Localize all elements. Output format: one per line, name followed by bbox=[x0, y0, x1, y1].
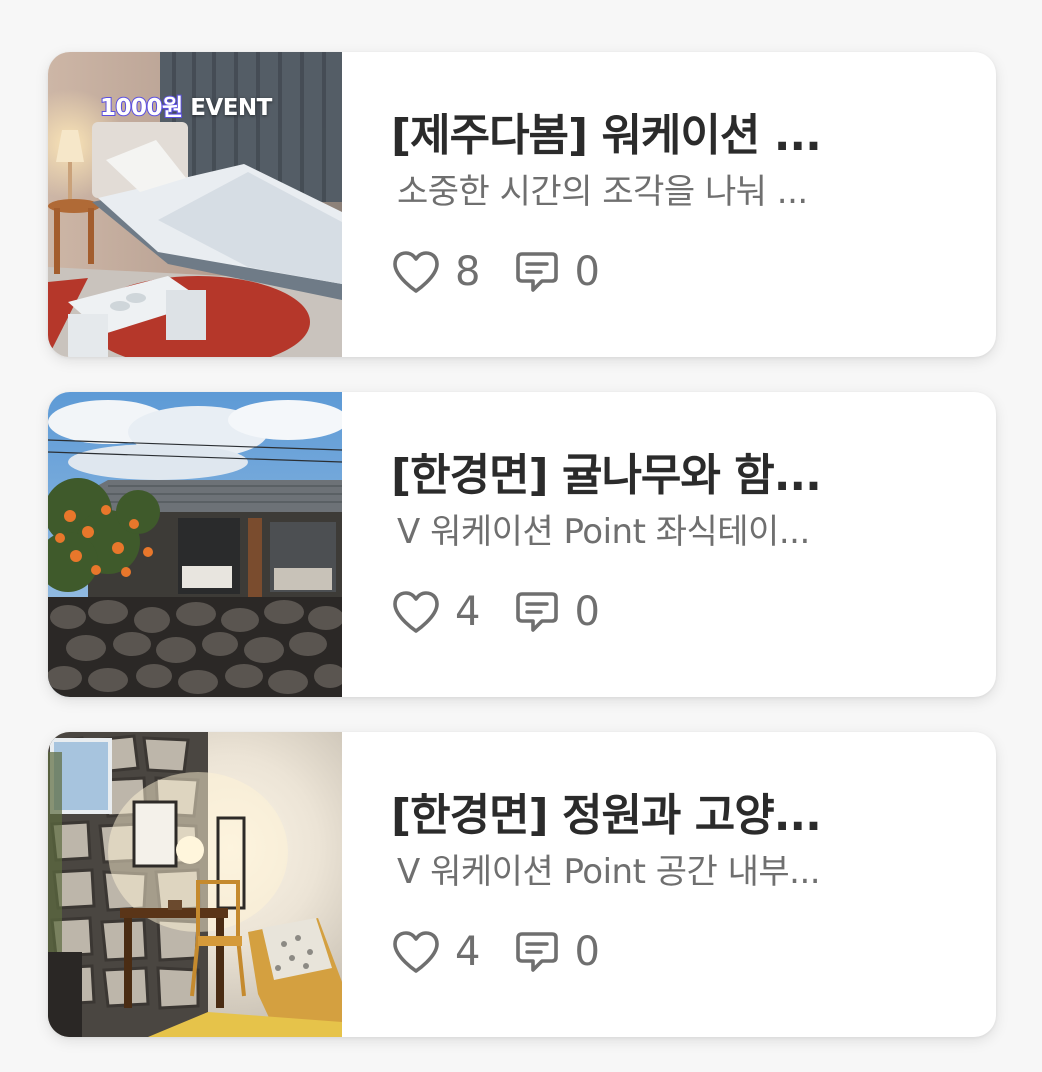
like-count: 8 bbox=[455, 249, 481, 295]
like-count: 4 bbox=[455, 929, 481, 975]
comment-count: 0 bbox=[574, 589, 600, 635]
post-stats: 8 0 bbox=[391, 248, 600, 296]
comment-bubble-icon bbox=[516, 252, 559, 292]
post-card-body: [한경면] 정원과 고양... ᐯ 워케이션 Point 공간 내부... 4 … bbox=[391, 732, 951, 1037]
post-stats: 4 0 bbox=[391, 928, 600, 976]
comment-count: 0 bbox=[574, 249, 600, 295]
heart-icon bbox=[393, 591, 439, 633]
comment-button[interactable]: 0 bbox=[514, 928, 600, 976]
post-card[interactable]: 1000원 EVENT [제주다봄] 워케이션 ... 소중한 시간의 조각을 … bbox=[48, 52, 996, 357]
comment-button[interactable]: 0 bbox=[514, 588, 600, 636]
event-badge: 1000원 EVENT bbox=[99, 88, 272, 122]
post-title: [제주다봄] 워케이션 ... bbox=[391, 110, 822, 161]
comment-bubble-icon bbox=[516, 592, 559, 632]
post-card[interactable]: [한경면] 귤나무와 함... ᐯ 워케이션 Point 좌식테이... 4 0 bbox=[48, 392, 996, 697]
post-card[interactable]: [한경면] 정원과 고양... ᐯ 워케이션 Point 공간 내부... 4 … bbox=[48, 732, 996, 1037]
post-title: [한경면] 정원과 고양... bbox=[391, 790, 822, 841]
post-thumbnail-bedroom: 1000원 EVENT bbox=[48, 52, 342, 357]
heart-icon bbox=[393, 931, 439, 973]
comment-count: 0 bbox=[574, 929, 600, 975]
comment-button[interactable]: 0 bbox=[514, 248, 600, 296]
event-badge-amount: 1000원 bbox=[99, 94, 184, 122]
event-badge-label: EVENT bbox=[182, 95, 272, 121]
heart-icon bbox=[393, 251, 439, 293]
like-count: 4 bbox=[455, 589, 481, 635]
post-stats: 4 0 bbox=[391, 588, 600, 636]
post-thumbnail-stone-house bbox=[48, 392, 342, 697]
comment-bubble-icon bbox=[516, 932, 559, 972]
post-subtitle: ᐯ 워케이션 Point 좌식테이... bbox=[397, 512, 810, 552]
post-subtitle: 소중한 시간의 조각을 나눠 ... bbox=[397, 172, 808, 212]
post-card-body: [한경면] 귤나무와 함... ᐯ 워케이션 Point 좌식테이... 4 0 bbox=[391, 392, 951, 697]
post-card-body: [제주다봄] 워케이션 ... 소중한 시간의 조각을 나눠 ... 8 0 bbox=[391, 52, 951, 357]
post-subtitle: ᐯ 워케이션 Point 공간 내부... bbox=[397, 852, 821, 892]
post-title: [한경면] 귤나무와 함... bbox=[391, 450, 822, 501]
like-button[interactable]: 4 bbox=[391, 588, 480, 636]
like-button[interactable]: 8 bbox=[391, 248, 480, 296]
post-thumbnail-study-room bbox=[48, 732, 342, 1037]
like-button[interactable]: 4 bbox=[391, 928, 480, 976]
